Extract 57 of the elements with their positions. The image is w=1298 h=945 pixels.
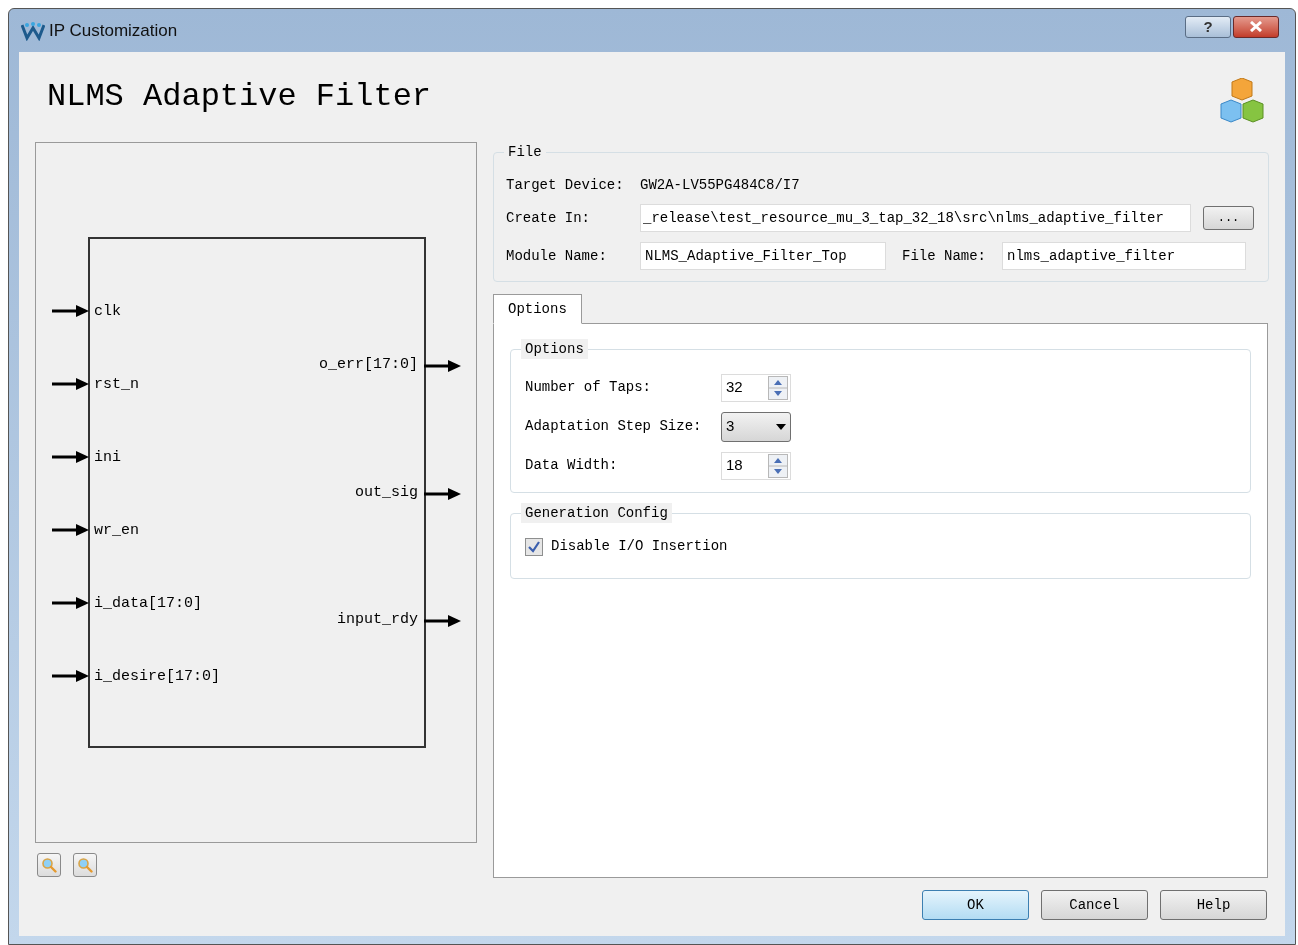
checkbox[interactable] bbox=[525, 537, 543, 556]
spin-value: 32 bbox=[725, 377, 744, 398]
dropdown[interactable]: 3 bbox=[721, 411, 791, 442]
pin-arrow-icon bbox=[52, 524, 89, 536]
field-label: Data Width: bbox=[525, 456, 619, 475]
pin-arrow-icon bbox=[52, 597, 89, 609]
tab[interactable]: Options bbox=[493, 294, 582, 324]
help-button[interactable]: ? bbox=[1185, 15, 1231, 38]
checkbox-label: Disable I/O Insertion bbox=[551, 537, 728, 556]
magnifier-icon bbox=[41, 857, 57, 873]
pin-label: clk bbox=[94, 304, 121, 319]
spin-arrows-icon bbox=[768, 375, 788, 400]
dialog-button[interactable]: Cancel bbox=[1041, 890, 1148, 920]
pin-label: i_desire[17:0] bbox=[94, 669, 221, 684]
dialog-button[interactable]: OK bbox=[922, 890, 1029, 920]
field-label: Number of Taps: bbox=[525, 378, 653, 397]
pin-arrow-icon bbox=[52, 378, 89, 390]
pin-arrow-icon bbox=[424, 615, 461, 627]
pin-label: o_err[17:0] bbox=[318, 357, 418, 372]
caret-icon bbox=[776, 423, 786, 430]
close-icon bbox=[1249, 21, 1263, 32]
pin-label: wr_en bbox=[94, 523, 139, 538]
pin-arrow-icon bbox=[424, 487, 461, 500]
pin-label: rst_n bbox=[94, 377, 139, 392]
cubes-icon bbox=[1219, 78, 1265, 124]
pin-arrow-icon bbox=[424, 360, 461, 372]
spin-value: 18 bbox=[725, 455, 744, 476]
zoom-in-button[interactable] bbox=[37, 853, 61, 877]
close-button[interactable] bbox=[1233, 15, 1279, 38]
field-label: Create In: bbox=[506, 208, 591, 228]
window-title: IP Customization bbox=[49, 19, 178, 42]
field-label: File Name: bbox=[902, 246, 987, 266]
module-name-field[interactable]: NLMS_Adaptive_Filter_Top bbox=[640, 242, 886, 270]
spin-box[interactable]: 18 bbox=[721, 451, 791, 480]
pin-label: ini bbox=[94, 450, 121, 465]
field-label: Adaptation Step Size: bbox=[525, 417, 703, 436]
app-logo-icon bbox=[21, 20, 45, 41]
pin-label: input_rdy bbox=[337, 612, 418, 627]
magnifier-icon bbox=[77, 857, 93, 873]
browse-button[interactable]: ... bbox=[1203, 206, 1254, 230]
pin-arrow-icon bbox=[52, 305, 89, 317]
spin-arrows-icon bbox=[768, 453, 788, 478]
field-label: Module Name: bbox=[506, 246, 608, 266]
spin-box[interactable]: 32 bbox=[721, 373, 791, 402]
file-name-field[interactable]: nlms_adaptive_filter bbox=[1002, 242, 1246, 270]
group-title: Options bbox=[521, 339, 588, 359]
create-in-field[interactable]: _release\test_resource_mu_3_tap_32_18\src\nlms_adaptive_filter bbox=[640, 204, 1191, 232]
target-device-value: GW2A-LV55PG484C8/I7 bbox=[640, 175, 800, 195]
pin-arrow-icon bbox=[52, 451, 89, 463]
dialog-button[interactable]: Help bbox=[1160, 890, 1267, 920]
pin-label: out_sig bbox=[355, 484, 418, 500]
pin-label: i_data[17:0] bbox=[94, 596, 203, 611]
pin-arrow-icon bbox=[52, 670, 89, 682]
field-label: Target Device: bbox=[506, 175, 625, 195]
zoom-out-button[interactable] bbox=[73, 853, 97, 877]
group-title: Generation Config bbox=[521, 503, 672, 523]
ip-heading: NLMS Adaptive Filter bbox=[47, 77, 432, 117]
